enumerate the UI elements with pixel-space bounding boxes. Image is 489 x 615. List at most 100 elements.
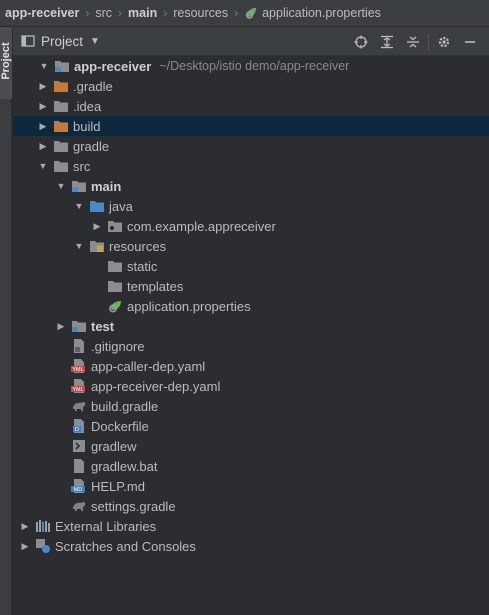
dockerfile-icon: D	[71, 418, 87, 434]
chevron-right-icon[interactable]: ▶	[19, 536, 31, 556]
tree-label: java	[109, 198, 133, 214]
tree-label: resources	[109, 238, 167, 254]
chevron-right-icon[interactable]: ▶	[37, 76, 49, 96]
libraries-icon	[35, 518, 51, 534]
tree-row[interactable]: ▼ java	[13, 196, 489, 216]
project-panel-header: Project ▼	[13, 27, 489, 56]
folder-icon	[53, 98, 69, 114]
module-folder-icon	[71, 318, 87, 334]
project-view-title: Project	[41, 33, 84, 49]
chevron-down-icon[interactable]: ▼	[73, 196, 85, 216]
breadcrumb-item-main[interactable]: main	[128, 6, 157, 20]
tree-row-selected[interactable]: ▶ build	[13, 116, 489, 136]
excluded-folder-icon	[53, 118, 69, 134]
tree-row[interactable]: ▶ Scratches and Consoles	[13, 536, 489, 556]
tree-row[interactable]: ▼ main	[13, 176, 489, 196]
module-folder-icon	[71, 178, 87, 194]
scratches-icon	[35, 538, 51, 554]
tree-row[interactable]: ▶ .idea	[13, 96, 489, 116]
chevron-down-icon[interactable]: ▼	[37, 156, 49, 176]
tree-row[interactable]: ▶ gradle	[13, 136, 489, 156]
project-window-icon	[21, 34, 35, 48]
chevron-down-icon[interactable]: ▼	[73, 236, 85, 256]
tree-label: .gradle	[73, 78, 113, 94]
svg-text:YML: YML	[72, 387, 83, 393]
tree-label: src	[73, 158, 91, 174]
folder-icon	[53, 158, 69, 174]
tree-row[interactable]: YML app-caller-dep.yaml	[13, 356, 489, 376]
chevron-right-icon[interactable]: ▶	[37, 116, 49, 136]
chevron-right-icon[interactable]: ▶	[55, 316, 67, 336]
tree-row[interactable]: ▶ com.example.appreceiver	[13, 216, 489, 236]
project-tool-window-tab[interactable]: Project	[0, 27, 12, 99]
tree-row[interactable]: ▼ resources	[13, 236, 489, 256]
yaml-file-icon: YML	[71, 378, 87, 394]
tree-label: templates	[127, 278, 184, 294]
collapse-all-icon[interactable]	[400, 32, 426, 52]
tree-row[interactable]: ▶ .gradle	[13, 76, 489, 96]
tree-row[interactable]: build.gradle	[13, 396, 489, 416]
tree-label: static	[127, 258, 158, 274]
tree-row[interactable]: D Dockerfile	[13, 416, 489, 436]
tree-row[interactable]: settings.gradle	[13, 496, 489, 516]
package-icon	[107, 218, 123, 234]
tree-row-root[interactable]: ▼ app-receiver ~/Desktop/istio demo/app-…	[13, 56, 489, 76]
tree-label: application.properties	[127, 298, 251, 314]
chevron-right-icon[interactable]: ▶	[37, 136, 49, 156]
tree-row[interactable]: ▶ External Libraries	[13, 516, 489, 536]
tree-label: com.example.appreceiver	[127, 218, 276, 234]
tree-row[interactable]: ▶ test	[13, 316, 489, 336]
project-view-selector[interactable]: Project ▼	[21, 34, 100, 49]
toolbar-divider	[428, 33, 429, 50]
tree-row[interactable]: gradlew	[13, 436, 489, 456]
breadcrumb-separator-icon: ›	[85, 6, 90, 20]
tree-label: build	[73, 118, 101, 134]
tree-row[interactable]: application.properties	[13, 296, 489, 316]
project-tree: ▼ app-receiver ~/Desktop/istio demo/app-…	[13, 56, 489, 556]
chevron-right-icon[interactable]: ▶	[37, 96, 49, 116]
gradle-elephant-icon	[71, 398, 87, 414]
tree-label: app-receiver-dep.yaml	[91, 378, 221, 394]
hide-icon[interactable]	[457, 32, 483, 52]
tree-row[interactable]: templates	[13, 276, 489, 296]
tree-row[interactable]: YML app-receiver-dep.yaml	[13, 376, 489, 396]
svg-text:MD: MD	[74, 487, 83, 493]
folder-icon	[53, 138, 69, 154]
chevron-right-icon[interactable]: ▶	[91, 216, 103, 236]
tree-label: HELP.md	[91, 478, 145, 494]
breadcrumb-item-application-properties[interactable]: application.properties	[244, 6, 381, 20]
tree-label: settings.gradle	[91, 498, 176, 514]
breadcrumb-separator-icon: ›	[234, 6, 239, 20]
folder-icon	[107, 278, 123, 294]
tree-label: Dockerfile	[91, 418, 149, 434]
tree-row[interactable]: static	[13, 256, 489, 276]
tree-label: build.gradle	[91, 398, 159, 414]
tree-label: gradlew	[91, 438, 137, 454]
gradle-elephant-icon	[71, 498, 87, 514]
tree-row[interactable]: gradlew.bat	[13, 456, 489, 476]
tree-label: Scratches and Consoles	[55, 538, 196, 554]
tree-label: .gitignore	[91, 338, 145, 354]
tree-row[interactable]: ▼ src	[13, 156, 489, 176]
source-folder-icon	[89, 198, 105, 214]
tree-label: gradlew.bat	[91, 458, 158, 474]
breadcrumb-item-app-receiver[interactable]: app-receiver	[5, 6, 79, 20]
resources-folder-icon	[89, 238, 105, 254]
breadcrumb-item-src[interactable]: src	[95, 6, 112, 20]
chevron-down-icon: ▼	[90, 35, 100, 47]
shell-script-icon	[71, 438, 87, 454]
chevron-down-icon[interactable]: ▼	[55, 176, 67, 196]
chevron-down-icon[interactable]: ▼	[38, 56, 50, 76]
chevron-right-icon[interactable]: ▶	[19, 516, 31, 536]
locate-icon[interactable]	[348, 32, 374, 52]
svg-text:YML: YML	[72, 367, 83, 373]
breadcrumb-item-label: application.properties	[262, 6, 381, 20]
svg-text:D: D	[75, 427, 79, 433]
tree-row[interactable]: .gitignore	[13, 336, 489, 356]
expand-all-icon[interactable]	[374, 32, 400, 52]
breadcrumb-item-resources[interactable]: resources	[173, 6, 228, 20]
text-file-icon	[71, 458, 87, 474]
gear-icon[interactable]	[431, 32, 457, 52]
tree-row[interactable]: MD HELP.md	[13, 476, 489, 496]
folder-icon	[107, 258, 123, 274]
